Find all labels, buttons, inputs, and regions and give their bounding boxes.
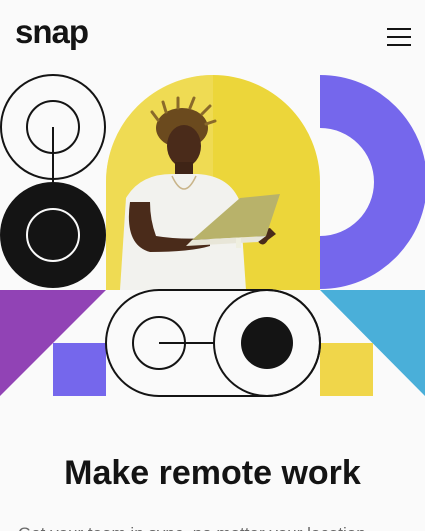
hamburger-menu-icon[interactable] [380,22,416,52]
menu-line [387,36,411,38]
black-circle-shape [0,182,106,288]
purple-half-ring-shape [320,75,425,289]
yellow-square-shape [320,343,373,396]
hero-photo [106,75,320,290]
brand-logo[interactable]: snap [15,12,89,52]
outlined-circle-shape [0,74,106,182]
menu-line [387,28,411,30]
hero-title: Make remote work [64,454,361,492]
outlined-capsule-shape [105,289,321,397]
hero-illustration [0,74,425,397]
menu-line [387,44,411,46]
landing-page: snap Make remote work [0,0,425,531]
site-header: snap [0,0,425,70]
purple-square-shape [53,343,106,396]
hero-subtitle: Get your team in sync, no matter your lo… [18,522,408,531]
